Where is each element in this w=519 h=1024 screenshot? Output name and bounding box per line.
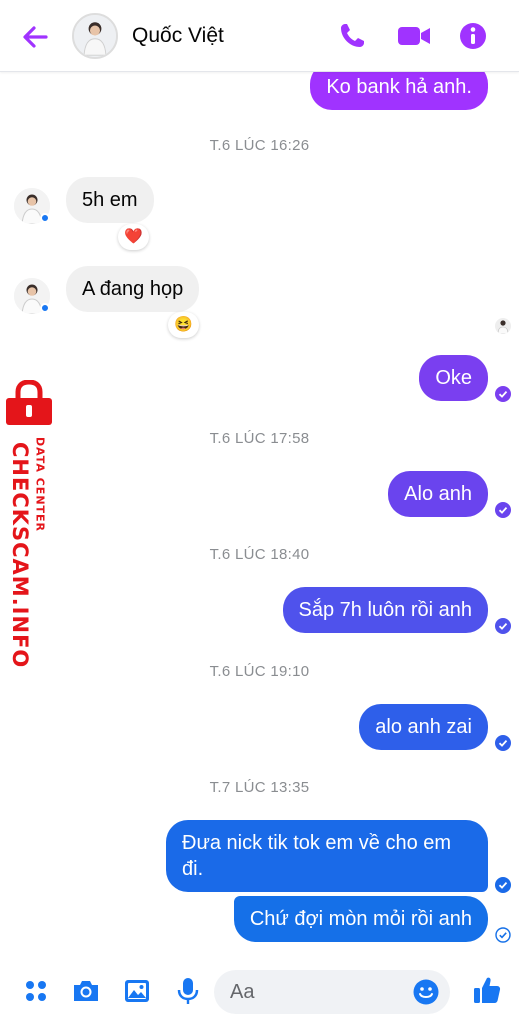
message-bubble-outgoing[interactable]: alo anh zai [359, 704, 488, 750]
timestamp: T.7 LÚC 13:35 [209, 779, 310, 796]
message-input[interactable]: Aa [214, 970, 450, 1014]
timestamp: T.6 LÚC 17:58 [209, 430, 310, 447]
seen-check-icon [495, 386, 511, 402]
camera-icon[interactable] [71, 976, 101, 1006]
seen-avatar [495, 318, 511, 334]
online-status-dot [40, 213, 50, 223]
timestamp: T.6 LÚC 18:40 [209, 546, 310, 563]
chat-header: Quốc Việt [0, 0, 519, 72]
gallery-icon[interactable] [122, 976, 152, 1006]
sent-check-icon [495, 927, 511, 943]
message-bubble-outgoing[interactable]: Đưa nick tik tok em về cho em đi. [166, 820, 488, 892]
like-icon[interactable] [471, 974, 503, 1006]
message-list[interactable]: Ko bank hả anh. T.6 LÚC 16:26 5h em ❤️ A… [0, 72, 519, 962]
message-input-placeholder: Aa [230, 981, 255, 1003]
message-bubble-outgoing[interactable]: Chứ đợi mòn mỏi rồi anh [233, 896, 488, 942]
message-bubble-outgoing[interactable]: Ko bank hả anh. [310, 72, 488, 110]
seen-check-icon [495, 502, 511, 518]
reaction-badge[interactable]: 😆 [168, 312, 199, 338]
contact-name[interactable]: Quốc Việt [132, 24, 224, 48]
video-call-icon[interactable] [396, 20, 432, 52]
seen-check-icon [495, 618, 511, 634]
seen-check-icon [495, 735, 511, 751]
message-bubble-incoming[interactable]: 5h em [66, 177, 154, 223]
phone-icon[interactable] [336, 20, 368, 52]
composer-bar: Aa [0, 962, 519, 1024]
menu-dots-icon[interactable] [21, 976, 51, 1006]
message-bubble-outgoing[interactable]: Oke [419, 355, 488, 401]
reaction-badge[interactable]: ❤️ [118, 224, 149, 250]
message-bubble-outgoing[interactable]: Sắp 7h luôn rồi anh [282, 587, 488, 633]
back-arrow-icon[interactable] [18, 20, 52, 54]
emoji-icon[interactable] [412, 978, 440, 1006]
timestamp: T.6 LÚC 19:10 [209, 663, 310, 680]
timestamp: T.6 LÚC 16:26 [209, 137, 310, 154]
message-bubble-outgoing[interactable]: Alo anh [388, 471, 488, 517]
message-bubble-incoming[interactable]: A đang họp [66, 266, 200, 312]
microphone-icon[interactable] [173, 976, 203, 1006]
info-icon[interactable] [457, 20, 489, 52]
contact-avatar[interactable] [72, 13, 118, 59]
online-status-dot [40, 303, 50, 313]
seen-check-icon [495, 877, 511, 893]
